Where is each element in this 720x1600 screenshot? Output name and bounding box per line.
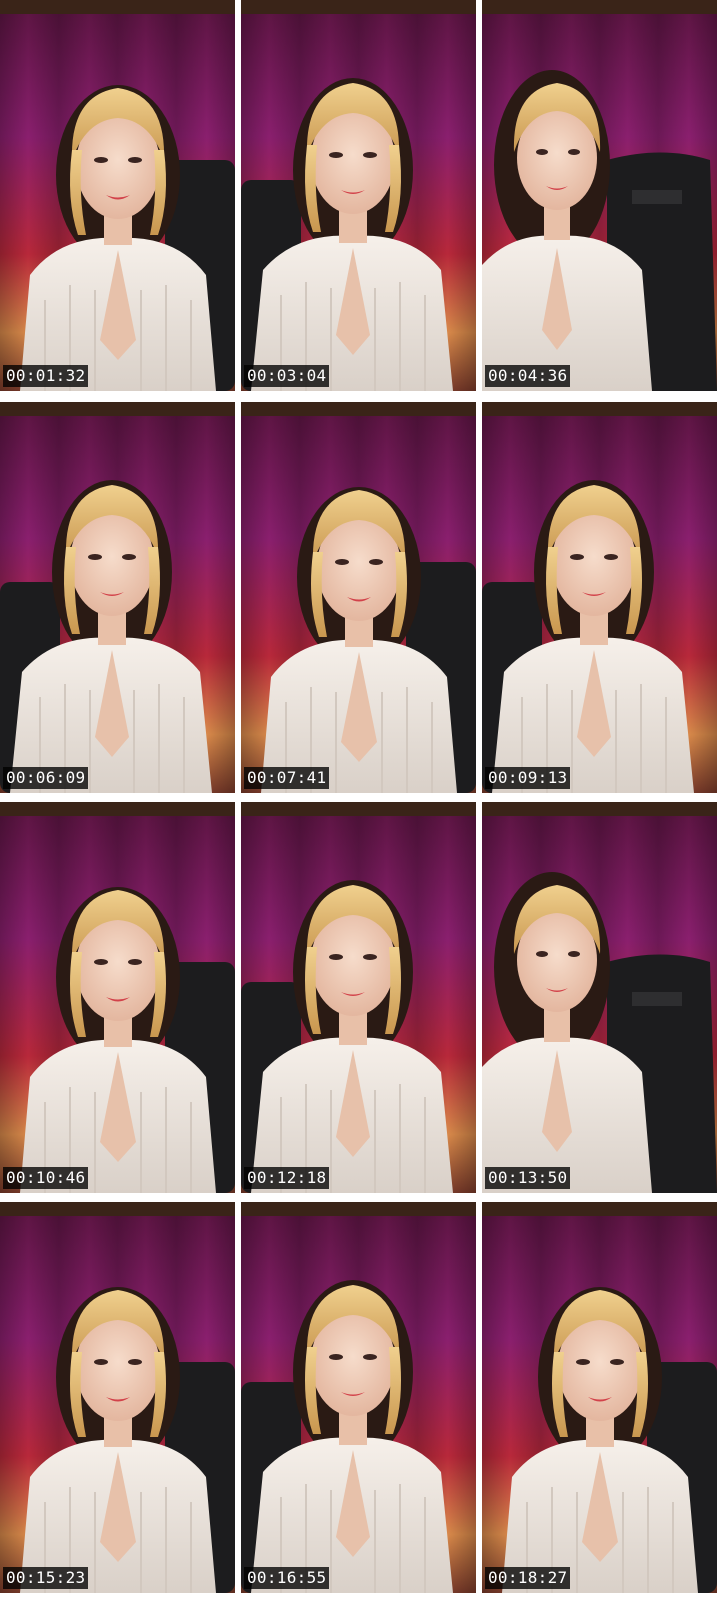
timestamp-label: 00:13:50 (485, 1167, 571, 1189)
frame-image (0, 1202, 235, 1593)
frame-image (241, 1202, 476, 1593)
timestamp-label: 00:16:55 (244, 1567, 330, 1589)
frame-thumbnail[interactable]: 00:04:36 (482, 0, 717, 391)
timestamp-label: 00:12:18 (244, 1167, 330, 1189)
frame-image (0, 402, 235, 793)
frame-thumbnail[interactable]: 00:10:46 (0, 802, 235, 1193)
frame-thumbnail[interactable]: 00:06:09 (0, 402, 235, 793)
timestamp-label: 00:15:23 (3, 1567, 89, 1589)
frame-image (241, 802, 476, 1193)
frame-thumbnail[interactable]: 00:13:50 (482, 802, 717, 1193)
timestamp-label: 00:09:13 (485, 767, 571, 789)
frame-image (482, 402, 717, 793)
frame-thumbnail[interactable]: 00:09:13 (482, 402, 717, 793)
frame-thumbnail[interactable]: 00:01:32 (0, 0, 235, 391)
frame-image (482, 1202, 717, 1593)
timestamp-label: 00:18:27 (485, 1567, 571, 1589)
frame-thumbnail[interactable]: 00:12:18 (241, 802, 476, 1193)
timestamp-label: 00:04:36 (485, 365, 571, 387)
frame-thumbnail[interactable]: 00:03:04 (241, 0, 476, 391)
frame-thumbnail[interactable]: 00:16:55 (241, 1202, 476, 1593)
frame-thumbnail[interactable]: 00:18:27 (482, 1202, 717, 1593)
frame-image (0, 802, 235, 1193)
frame-image (241, 402, 476, 793)
frame-image (482, 0, 717, 391)
timestamp-label: 00:10:46 (3, 1167, 89, 1189)
timestamp-label: 00:07:41 (244, 767, 330, 789)
video-thumbnail-grid: 00:01:32 00:03:04 00:04:36 00:06:09 00:0… (0, 0, 720, 1600)
timestamp-label: 00:01:32 (3, 365, 89, 387)
timestamp-label: 00:06:09 (3, 767, 89, 789)
frame-image (0, 0, 235, 391)
frame-image (482, 802, 717, 1193)
frame-thumbnail[interactable]: 00:15:23 (0, 1202, 235, 1593)
frame-thumbnail[interactable]: 00:07:41 (241, 402, 476, 793)
frame-image (241, 0, 476, 391)
timestamp-label: 00:03:04 (244, 365, 330, 387)
